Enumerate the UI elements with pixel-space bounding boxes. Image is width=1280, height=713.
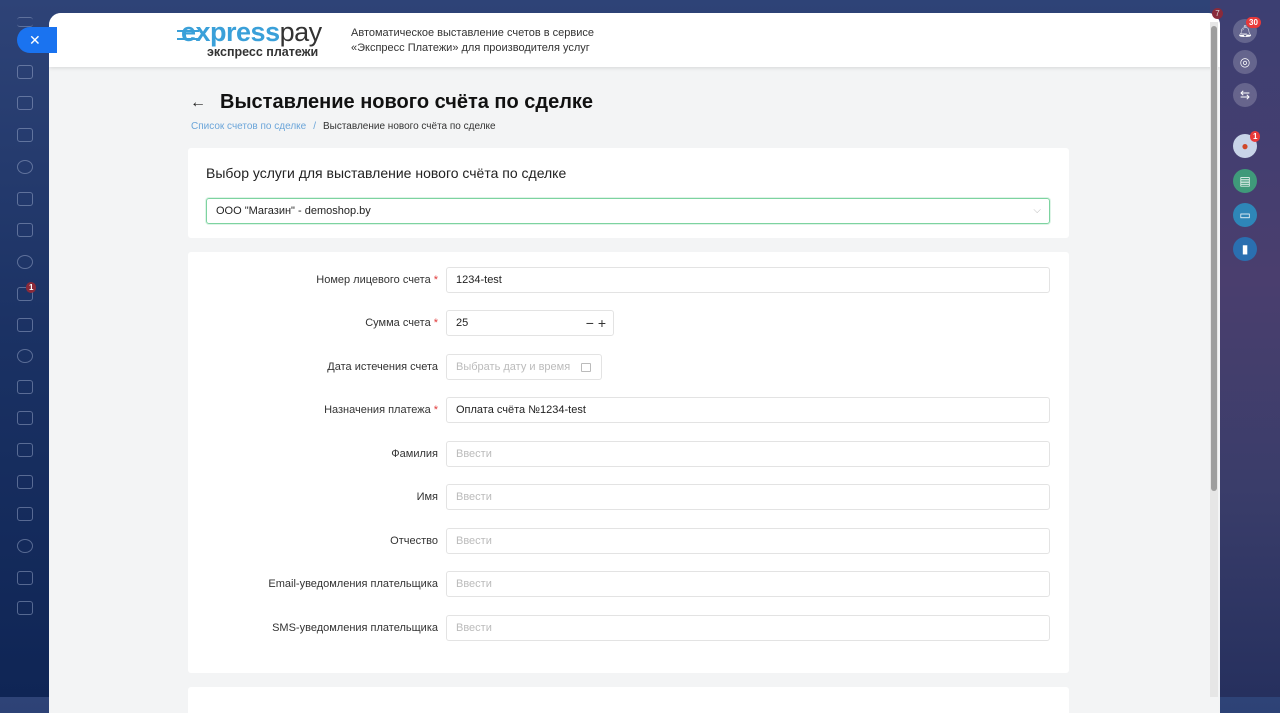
breadcrumb-current: Выставление нового счёта по сделке — [322, 121, 496, 132]
chat-bubbles-icon: ▭ — [1239, 208, 1251, 222]
form-row-name: Имя Ввести — [188, 484, 1069, 510]
increment-button[interactable]: + — [598, 315, 606, 331]
account-number-input[interactable]: 1234-test — [446, 267, 1050, 293]
form-row-sms: SMS-уведомления плательщика Ввести — [188, 615, 1069, 641]
amount-label: Сумма счета — [365, 317, 431, 329]
purpose-label: Назначения платежа — [324, 404, 431, 416]
avatar-icon: ● — [1241, 139, 1249, 153]
form-row-patronymic: Отчество Ввести — [188, 528, 1069, 554]
page-title: Выставление нового счёта по сделке — [220, 91, 594, 113]
document-icon[interactable] — [17, 411, 33, 425]
expresspay-logo: expresspay экспресс платежи — [177, 17, 331, 59]
newspaper-icon: ▤ — [1239, 174, 1251, 188]
target-icon[interactable] — [17, 160, 33, 174]
chat-exchange-icon: ⇆ — [1239, 88, 1251, 102]
next-card — [188, 687, 1069, 713]
app-header: expresspay экспресс платежи Автоматическ… — [49, 13, 1220, 67]
account-label: Номер лицевого счета — [316, 274, 431, 286]
menu-icon[interactable] — [17, 17, 33, 27]
patronymic-input[interactable]: Ввести — [446, 528, 1050, 554]
decrement-button[interactable]: − — [586, 315, 594, 331]
funnel-icon[interactable] — [17, 65, 33, 79]
back-arrow-icon[interactable]: ← — [190, 94, 206, 112]
calendar-icon[interactable] — [17, 380, 33, 394]
required-mark: * — [433, 274, 438, 286]
service-select-value: ООО "Магазин" - demoshop.by — [216, 205, 371, 217]
bookmark-icon: ▮ — [1241, 242, 1249, 256]
speed-lines-icon — [177, 30, 199, 40]
breadcrumb-invoice-list[interactable]: Список счетов по сделке — [191, 121, 306, 132]
sms-input[interactable]: Ввести — [446, 615, 1050, 641]
calendar-grid-icon[interactable] — [17, 96, 33, 110]
logo-subtitle: экспресс платежи — [207, 45, 319, 59]
sms-label: SMS-уведомления плательщика — [272, 622, 438, 634]
form-row-account: Номер лицевого счета * 1234-test — [188, 267, 1069, 293]
open-lines-button[interactable]: ▭ — [1233, 203, 1257, 227]
email-label: Email-уведомления плательщика — [268, 578, 438, 590]
users-icon[interactable] — [17, 539, 33, 553]
drive-icon[interactable] — [17, 475, 33, 489]
payment-purpose-input[interactable]: Оплата счёта №1234-test — [446, 397, 1050, 423]
app-tagline: Автоматическое выставление счетов в серв… — [351, 26, 594, 56]
required-mark: * — [433, 404, 438, 416]
board-icon[interactable] — [17, 443, 33, 457]
surname-label: Фамилия — [391, 448, 438, 460]
slider-panel: expresspay экспресс платежи Автоматическ… — [49, 13, 1220, 713]
expiry-placeholder: Выбрать дату и время — [456, 361, 571, 373]
invoice-form: Номер лицевого счета * 1234-test Сумма сч… — [188, 252, 1069, 673]
news-icon[interactable] — [17, 318, 33, 332]
messenger-button[interactable]: ⇆ — [1233, 83, 1257, 107]
scroll-badge: 7 — [1212, 8, 1223, 19]
name-input[interactable]: Ввести — [446, 484, 1050, 510]
email-input[interactable]: Ввести — [446, 571, 1050, 597]
bookmark-button[interactable]: ▮ — [1233, 237, 1257, 261]
form-row-expiry: Дата истечения счета Выбрать дату и врем… — [188, 354, 1069, 380]
notifications-badge: 30 — [1246, 17, 1261, 28]
cart-icon[interactable] — [17, 192, 33, 206]
checkbox-icon[interactable] — [17, 223, 33, 237]
amount-stepper[interactable]: 25 − + — [446, 310, 614, 336]
chevron-down-icon: ⌵ — [1033, 205, 1041, 216]
left-sidebar: 1 — [0, 0, 49, 697]
mail-icon[interactable] — [17, 507, 33, 521]
close-icon: ✕ — [29, 32, 41, 48]
chat-badge: 1 — [26, 282, 37, 293]
patronymic-label: Отчество — [390, 535, 438, 547]
surname-input[interactable]: Ввести — [446, 441, 1050, 467]
copilot-button[interactable]: ◎ — [1233, 50, 1257, 74]
hexagon-icon[interactable] — [17, 349, 33, 363]
logo-pay-text: pay — [279, 17, 323, 47]
form-row-purpose: Назначения платежа * Оплата счёта №1234-t… — [188, 397, 1069, 423]
amount-value: 25 — [456, 317, 469, 329]
service-card: Выбор услуги для выставление нового счёт… — [188, 148, 1069, 238]
required-mark: * — [433, 317, 438, 329]
close-slider-button[interactable]: ✕ — [17, 27, 57, 53]
tagline-line1: Автоматическое выставление счетов в серв… — [351, 27, 595, 39]
name-label: Имя — [416, 491, 438, 503]
form-row-email: Email-уведомления плательщика Ввести — [188, 571, 1069, 597]
analytics-icon[interactable] — [17, 571, 33, 585]
form-row-surname: Фамилия Ввести — [188, 441, 1069, 467]
storage-icon[interactable] — [17, 128, 33, 142]
service-select[interactable]: ООО "Магазин" - demoshop.by ⌵ — [206, 198, 1050, 224]
spiral-icon: ◎ — [1239, 55, 1251, 69]
tagline-line2: «Экспресс Платежи» для производителя усл… — [351, 42, 590, 54]
expiry-label: Дата истечения счета — [327, 361, 438, 373]
breadcrumb: Список счетов по сделке / Выставление ново… — [191, 121, 496, 132]
scrollbar-thumb[interactable] — [1211, 26, 1217, 491]
form-row-amount: Сумма счета * 25 − + — [188, 310, 1069, 336]
integrations-icon[interactable] — [17, 255, 33, 269]
feed-button[interactable]: ▤ — [1233, 169, 1257, 193]
scrollbar[interactable] — [1210, 22, 1218, 697]
breadcrumb-separator: / — [313, 121, 316, 132]
expiry-date-picker[interactable]: Выбрать дату и время — [446, 354, 602, 380]
calendar-icon — [581, 363, 591, 372]
cards-icon[interactable] — [17, 601, 33, 615]
service-heading: Выбор услуги для выставление нового счёт… — [206, 165, 567, 181]
